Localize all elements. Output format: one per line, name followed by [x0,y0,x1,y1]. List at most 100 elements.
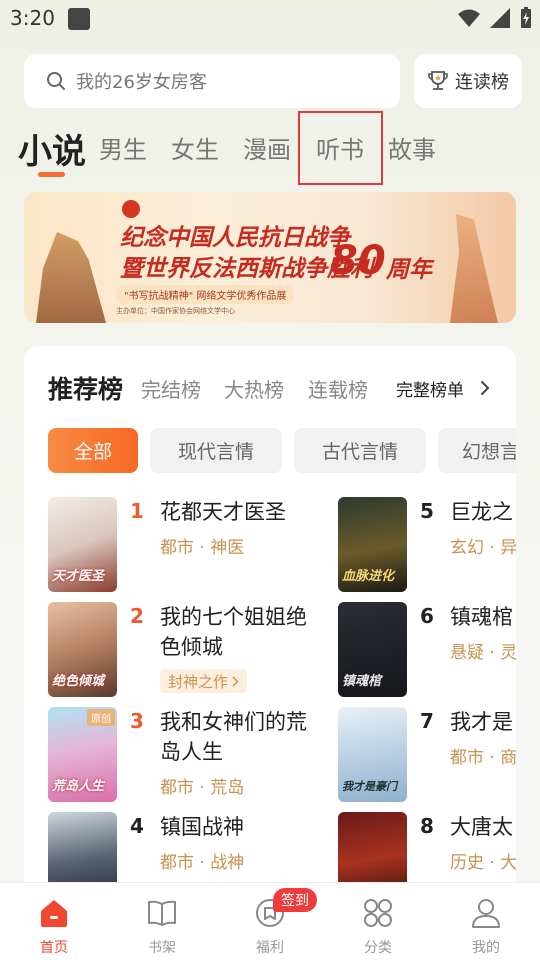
monument-illustration [36,232,106,323]
cover-title: 天才医圣 [52,569,105,584]
active-tab-indicator [38,172,65,177]
book-title: 我和女神们的荒岛人生 [160,710,307,764]
status-time: 3:20 [10,6,55,30]
nav-profile-label: 我的 [472,940,500,956]
cover-title: 我才是豪门 [342,780,397,793]
book-item[interactable]: 镇魂棺 6 镇魂棺 悬疑 · 灵 [338,602,516,697]
cover-title: 绝色倾城 [52,674,105,689]
book-title: 镇国战神 [160,815,244,839]
book-title: 我的七个姐姐绝色倾城 [160,605,307,659]
book-item[interactable]: 我才是豪门 7 我才是 都市 · 商 [338,707,516,802]
sign-in-badge[interactable]: 签到 [273,888,317,912]
trophy-icon [428,71,448,90]
rank-tab-completed[interactable]: 完结榜 [141,374,201,403]
book-tags: 历史 · 大 [450,853,516,873]
book-cover: 血脉进化 [338,497,407,592]
audiobook-tab-highlight [298,111,383,185]
promo-banner[interactable]: 纪念中国人民抗日战争 暨世界反法西斯战争胜利 80 周年 "书写抗战精神" 网络… [24,192,516,323]
book-tags: 都市 · 荒岛 [160,778,245,798]
rank-number: 4 [130,814,144,838]
book-title: 大唐太 [450,815,513,839]
home-icon [41,900,67,927]
banner-number: 80 [330,238,386,284]
search-bar[interactable]: 我的26岁女房客 [24,54,400,108]
full-rank-link[interactable]: 完整榜单 [396,376,464,401]
continuous-read-rank-button[interactable]: 连读榜 [414,54,522,108]
book-cover: 我才是豪门 [338,707,407,802]
chevron-right-icon [232,675,239,687]
nav-category-label: 分类 [364,940,392,956]
battery-icon [521,7,531,28]
wifi-icon [458,9,480,27]
emblem-icon [122,200,140,218]
book-item[interactable]: 绝色倾城 2 我的七个姐姐绝色倾城 封神之作 [48,602,328,697]
rank-number: 5 [420,499,434,523]
book-title: 我才是 [450,710,513,734]
rank-button-label: 连读榜 [455,72,509,93]
filter-chip-modern-romance[interactable]: 现代言情 [150,428,282,473]
book-cover: 天才医圣 [48,497,117,592]
book-title: 巨龙之 [450,500,513,524]
book-tags: 都市 · 神医 [160,538,245,558]
book-title: 镇魂棺 [450,605,513,629]
book-item[interactable]: 天才医圣 1 花都天才医圣 都市 · 神医 [48,497,328,592]
chevron-right-icon[interactable] [480,380,490,396]
book-item[interactable]: 血脉进化 5 巨龙之 玄幻 · 异 [338,497,516,592]
award-badge[interactable]: 封神之作 [160,669,248,693]
signal-icon [490,8,510,28]
book-item[interactable]: 原创 荒岛人生 3 我和女神们的荒岛人生 都市 · 荒岛 [48,707,328,802]
book-cover: 绝色倾城 [48,602,117,697]
rank-number: 1 [130,499,144,523]
nav-home-label: 首页 [40,940,68,956]
tab-male[interactable]: 男生 [99,130,147,165]
tab-female[interactable]: 女生 [171,130,219,165]
status-icons [458,7,532,29]
banner-subtitle: "书写抗战精神" 网络文学优秀作品展 [116,285,295,304]
rank-number: 7 [420,709,434,733]
book-tags: 都市 · 战神 [160,853,245,873]
filter-chip-fantasy-romance[interactable]: 幻想言 [438,428,516,473]
status-bar: 3:20 [0,0,540,40]
nav-bookshelf[interactable]: 书架 [108,883,216,960]
rank-number: 6 [420,604,434,628]
book-title: 花都天才医圣 [160,500,286,524]
ranking-card: 推荐榜 完结榜 大热榜 连载榜 完整榜单 全部 现代言情 古代言情 幻想言 天才… [24,346,516,906]
soldier-illustration [450,214,498,323]
banner-title-line1: 纪念中国人民抗日战争 [120,225,350,251]
original-badge: 原创 [87,709,115,726]
book-tags: 悬疑 · 灵 [450,643,516,663]
book-tags: 都市 · 商 [450,748,516,768]
banner-suffix: 周年 [386,257,432,283]
cover-title: 血脉进化 [342,569,395,584]
cover-title: 镇魂棺 [342,674,382,689]
rank-tab-serial[interactable]: 连载榜 [308,374,368,403]
nav-profile[interactable]: 我的 [432,883,540,960]
filter-chip-ancient-romance[interactable]: 古代言情 [294,428,426,473]
nav-rewards-label: 福利 [256,940,284,956]
tab-story[interactable]: 故事 [388,130,436,165]
rank-number: 2 [130,604,144,628]
rank-number: 8 [420,814,434,838]
filter-chip-all[interactable]: 全部 [48,428,138,473]
nav-bookshelf-label: 书架 [148,940,176,956]
category-tabs: 小说 男生 女生 漫画 听书 故事 [0,120,540,180]
notification-icon [68,8,90,30]
award-label: 封神之作 [168,672,229,691]
rank-number: 3 [130,709,144,733]
book-cover: 镇魂棺 [338,602,407,697]
tab-comic[interactable]: 漫画 [243,130,291,165]
bottom-nav: 首页 书架 福利 分类 我的 [0,882,540,960]
search-icon [47,72,65,90]
nav-home[interactable]: 首页 [0,883,108,960]
rank-tab-recommend[interactable]: 推荐榜 [48,370,123,406]
category-icon [364,899,392,927]
banner-footer: 主办单位：中国作家协会网络文学中心 [116,307,235,315]
nav-category[interactable]: 分类 [324,883,432,960]
user-icon [472,899,500,928]
rank-tab-hot[interactable]: 大热榜 [224,374,284,403]
tab-novel[interactable]: 小说 [18,124,86,173]
book-icon [148,900,176,926]
cover-title: 荒岛人生 [52,779,105,794]
book-tags: 玄幻 · 异 [450,538,516,558]
search-placeholder: 我的26岁女房客 [76,72,207,93]
